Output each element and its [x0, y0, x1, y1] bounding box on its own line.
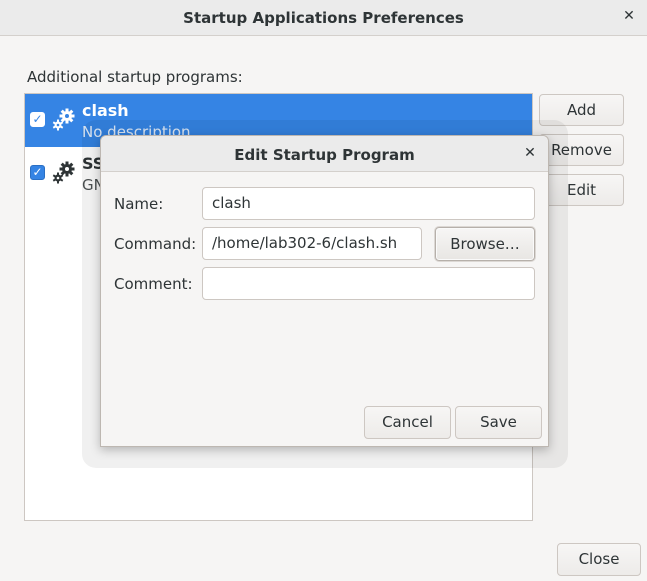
section-label: Additional startup programs:	[27, 68, 243, 86]
gear-icon	[52, 108, 75, 131]
command-field[interactable]: /home/lab302-6/clash.sh	[202, 227, 422, 260]
edit-startup-program-dialog: Edit Startup Program ✕ Name: clash Comma…	[100, 135, 549, 447]
cancel-button[interactable]: Cancel	[364, 406, 451, 439]
window-titlebar: Startup Applications Preferences ✕	[0, 0, 647, 36]
dialog-titlebar: Edit Startup Program ✕	[101, 136, 548, 172]
dialog-close-icon[interactable]: ✕	[522, 145, 538, 161]
save-button[interactable]: Save	[455, 406, 542, 439]
browse-button[interactable]: Browse…	[435, 227, 535, 261]
dialog-title: Edit Startup Program	[234, 146, 415, 164]
name-label: Name:	[114, 195, 164, 213]
gear-icon	[52, 161, 75, 184]
name-field[interactable]: clash	[202, 187, 535, 220]
command-label: Command:	[114, 235, 197, 253]
window-close-icon[interactable]: ✕	[621, 8, 637, 24]
comment-field[interactable]	[202, 267, 535, 300]
enabled-checkbox[interactable]: ✓	[30, 165, 45, 180]
comment-label: Comment:	[114, 275, 193, 293]
enabled-checkbox[interactable]: ✓	[30, 112, 45, 127]
window-title: Startup Applications Preferences	[183, 9, 464, 27]
close-button[interactable]: Close	[557, 543, 641, 576]
program-name: clash	[82, 101, 129, 120]
